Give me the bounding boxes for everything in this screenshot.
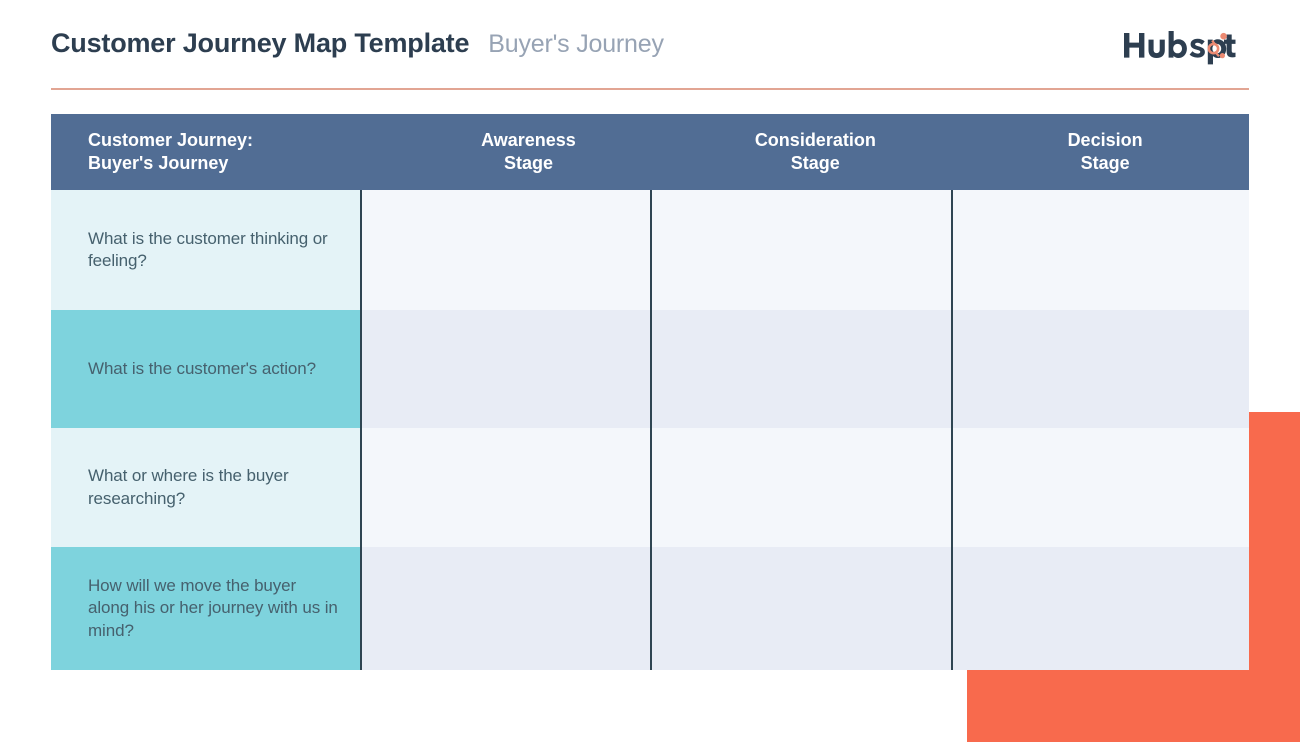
row-label-thinking-feeling: What is the customer thinking or feeling…: [51, 190, 360, 310]
hubspot-logo: [1122, 26, 1238, 66]
cell-decision-buyer-researching[interactable]: [952, 428, 1249, 547]
column-divider-1: [360, 190, 362, 670]
table-header-row: Customer Journey: Buyer's Journey Awaren…: [51, 114, 1249, 190]
column-divider-3: [951, 190, 953, 670]
cell-consideration-customer-action[interactable]: [651, 310, 952, 428]
header-journey-line2: Buyer's Journey: [88, 153, 229, 173]
row-label-customer-action: What is the customer's action?: [51, 310, 360, 428]
cell-consideration-move-buyer-along[interactable]: [651, 547, 952, 670]
header-awareness-line1: Awareness: [481, 129, 576, 150]
header-awareness-line2: Stage: [503, 153, 553, 173]
table-header-cell-awareness: Awareness Stage: [387, 114, 669, 190]
header-consideration-line2: Stage: [790, 153, 840, 173]
cell-decision-move-buyer-along[interactable]: [952, 547, 1249, 670]
page-title-main: Customer Journey Map Template: [51, 28, 470, 58]
cell-consideration-thinking-feeling[interactable]: [651, 190, 952, 310]
title-divider: [51, 88, 1249, 90]
row-label-move-buyer-along: How will we move the buyer along his or …: [51, 547, 360, 670]
table-body: What is the customer thinking or feeling…: [51, 190, 1249, 670]
cell-decision-customer-action[interactable]: [952, 310, 1249, 428]
table-header-cell-decision: Decision Stage: [961, 114, 1249, 190]
page-title-subtitle: Buyer's Journey: [488, 30, 664, 58]
column-divider-2: [650, 190, 652, 670]
table-header-cell-journey: Customer Journey: Buyer's Journey: [51, 114, 387, 190]
header-journey-line1: Customer Journey:: [88, 129, 254, 150]
header-consideration-line1: Consideration: [754, 129, 876, 150]
row-label-buyer-researching: What or where is the buyer researching?: [51, 428, 360, 547]
page-title: Customer Journey Map Template Buyer's Jo…: [51, 28, 664, 59]
header-decision-line2: Stage: [1080, 153, 1130, 173]
cell-awareness-thinking-feeling[interactable]: [360, 190, 651, 310]
cell-consideration-buyer-researching[interactable]: [651, 428, 952, 547]
customer-journey-table: Customer Journey: Buyer's Journey Awaren…: [51, 114, 1249, 670]
table-header-cell-consideration: Consideration Stage: [669, 114, 961, 190]
cell-decision-thinking-feeling[interactable]: [952, 190, 1249, 310]
cell-awareness-move-buyer-along[interactable]: [360, 547, 651, 670]
cell-awareness-customer-action[interactable]: [360, 310, 651, 428]
header-decision-line1: Decision: [1067, 129, 1143, 150]
cell-awareness-buyer-researching[interactable]: [360, 428, 651, 547]
